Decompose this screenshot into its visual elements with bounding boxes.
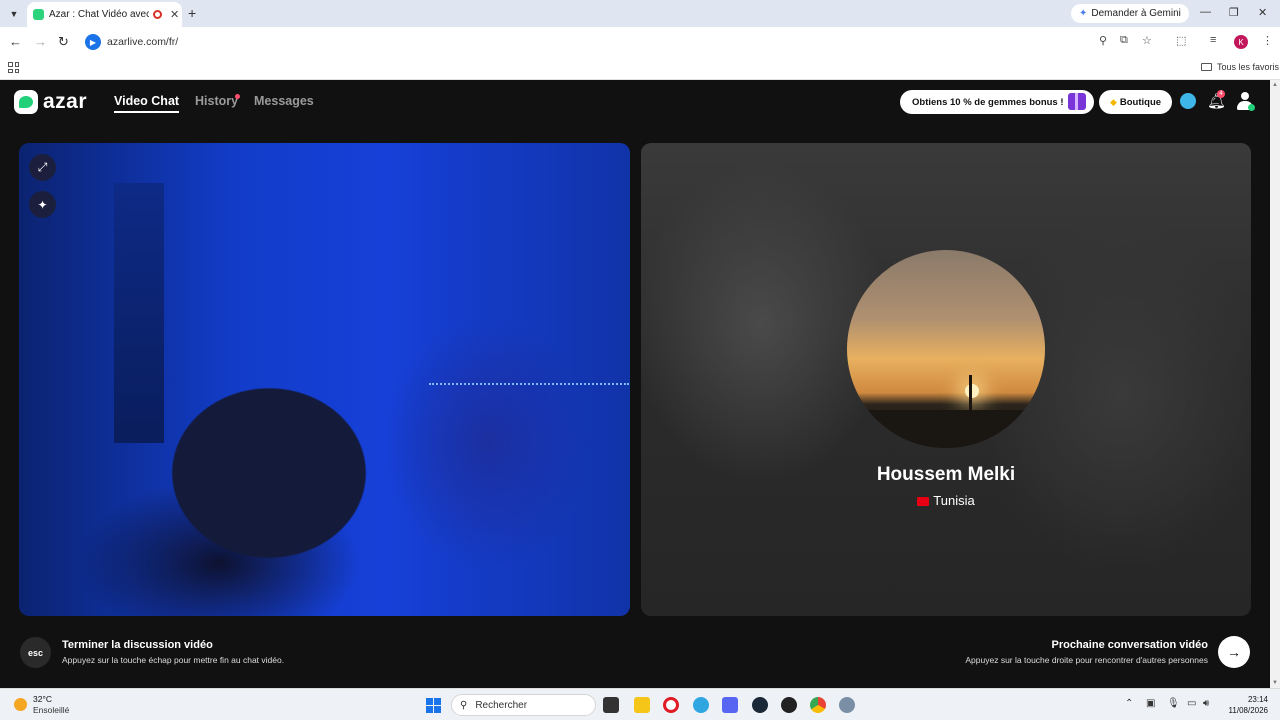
bookmarks-bar: Tous les favoris xyxy=(0,57,1280,80)
chrome-icon[interactable] xyxy=(810,697,826,713)
address-bar[interactable]: ▶ azarlive.com/fr/ xyxy=(82,31,1162,53)
notification-badge: 4 xyxy=(1217,90,1225,98)
file-explorer-icon[interactable] xyxy=(634,697,650,713)
windows-start-icon[interactable] xyxy=(426,698,441,713)
gem-icon: ◆ xyxy=(1109,96,1117,107)
bonus-gems-promo-button[interactable]: Obtiens 10 % de gemmes bonus ! xyxy=(900,90,1094,114)
next-call-title: Prochaine conversation vidéo xyxy=(1051,639,1209,651)
nav-history[interactable]: History xyxy=(195,94,238,108)
settings-gear-icon[interactable] xyxy=(839,697,855,713)
extensions-icon[interactable]: ⬚ xyxy=(1176,34,1186,47)
tab-search-icon[interactable]: ▼ xyxy=(6,6,22,22)
gemini-star-icon: ✦ xyxy=(1079,8,1088,19)
taskbar-search-box[interactable]: ⚲ Rechercher xyxy=(451,694,596,716)
peer-country: Tunisia xyxy=(641,493,1251,508)
steam-icon[interactable] xyxy=(752,697,768,713)
new-tab-icon[interactable]: + xyxy=(188,5,196,21)
shop-button[interactable]: ◆ Boutique xyxy=(1099,90,1172,114)
all-favorites-link[interactable]: Tous les favoris xyxy=(1201,62,1279,72)
opera-icon[interactable] xyxy=(663,697,679,713)
end-call-esc-button[interactable]: esc xyxy=(20,637,51,668)
app-icon[interactable] xyxy=(781,697,797,713)
chat-bubble-icon[interactable] xyxy=(1180,93,1196,109)
local-video-feed: ⤢ ✦ xyxy=(19,143,630,616)
gift-icon xyxy=(1068,93,1086,110)
tunisia-flag-icon xyxy=(917,497,930,506)
promo-label: Obtiens 10 % de gemmes bonus ! xyxy=(912,96,1064,108)
expand-video-icon[interactable]: ⤢ xyxy=(29,154,56,181)
azar-logo[interactable]: azar xyxy=(14,90,87,114)
all-favorites-label: Tous les favoris xyxy=(1217,62,1280,72)
apps-grid-icon[interactable] xyxy=(8,62,19,73)
folder-icon xyxy=(1201,63,1212,71)
peer-name: Houssem Melki xyxy=(876,464,1016,485)
background-door xyxy=(114,183,164,443)
browser-tab-strip: ▼ Azar : Chat Vidéo avec de n ✕ + ✦ Dema… xyxy=(0,0,1280,27)
network-icon[interactable]: ▭ xyxy=(1187,698,1196,709)
history-notification-dot xyxy=(235,94,240,99)
shop-label: Boutique xyxy=(1119,96,1162,108)
nav-video-chat[interactable]: Video Chat xyxy=(114,94,180,113)
browser-toolbar: ← → ↻ ▶ azarlive.com/fr/ xyxy=(0,27,1280,57)
close-window-icon[interactable]: ✕ xyxy=(1258,6,1267,19)
tray-app-icon[interactable]: ▣ xyxy=(1146,698,1155,709)
azar-app: azar Video Chat History Messages Obtiens… xyxy=(0,80,1270,688)
more-menu-icon[interactable]: ⋮ xyxy=(1262,34,1273,47)
clock-time: 23:14 xyxy=(1247,695,1268,704)
gemini-button[interactable]: ✦ Demander à Gemini xyxy=(1071,4,1189,23)
bookmark-star-icon[interactable]: ☆ xyxy=(1142,34,1152,47)
taskbar-clock[interactable]: 23:14 11/08/2026 xyxy=(1222,694,1268,716)
media-control-icon[interactable]: ≡ xyxy=(1210,34,1216,46)
close-tab-icon[interactable]: ✕ xyxy=(170,8,179,21)
weather-status: Ensoleillé xyxy=(33,705,70,715)
next-call-arrow-button[interactable]: → xyxy=(1218,636,1250,668)
task-view-icon[interactable] xyxy=(603,697,619,713)
windows-taskbar: 32°C Ensoleillé ⚲ Rechercher ⌃ ▣ 🎙︎ ▭ 🔊︎… xyxy=(0,688,1280,720)
magic-effects-icon[interactable]: ✦ xyxy=(29,191,56,218)
azar-logo-text: azar xyxy=(43,90,88,113)
discord-icon[interactable] xyxy=(722,697,738,713)
search-placeholder: Rechercher xyxy=(475,699,528,711)
tray-chevron-up-icon[interactable]: ⌃ xyxy=(1125,698,1133,709)
forward-icon[interactable]: → xyxy=(34,34,47,49)
azar-favicon-icon xyxy=(33,9,44,20)
gemini-button-label: Demander à Gemini xyxy=(1091,8,1181,19)
user-avatar-icon[interactable] xyxy=(1236,92,1255,112)
url-text: azarlive.com/fr/ xyxy=(107,36,179,48)
sun-weather-icon[interactable] xyxy=(14,698,27,711)
browser-tab[interactable]: Azar : Chat Vidéo avec de n ✕ xyxy=(27,2,182,27)
back-icon[interactable]: ← xyxy=(9,34,22,49)
site-info-icon[interactable]: ▶ xyxy=(85,34,101,50)
minimize-icon[interactable]: — xyxy=(1200,6,1211,18)
nav-messages[interactable]: Messages xyxy=(254,94,314,108)
tab-title: Azar : Chat Vidéo avec de n xyxy=(49,9,149,20)
peer-profile-photo xyxy=(847,250,1045,448)
weather-temperature: 32°C xyxy=(33,694,52,704)
azar-logo-icon xyxy=(14,90,38,114)
zoom-icon[interactable]: ⚲ xyxy=(1099,34,1107,47)
profile-avatar[interactable]: K xyxy=(1234,35,1248,49)
volume-icon[interactable]: 🔊︎ xyxy=(1203,698,1209,709)
next-call-subtitle: Appuyez sur la touche droite pour rencon… xyxy=(965,655,1208,665)
reload-icon[interactable]: ↻ xyxy=(58,34,69,50)
search-icon: ⚲ xyxy=(460,699,468,711)
install-app-icon[interactable]: ⧉ xyxy=(1120,34,1128,47)
remote-video-feed: Houssem Melki Tunisia xyxy=(641,143,1251,616)
recording-icon xyxy=(153,10,162,19)
end-call-title: Terminer la discussion vidéo xyxy=(62,639,213,651)
page-scrollbar[interactable]: ▲ ▼ xyxy=(1270,80,1280,688)
microphone-icon[interactable]: 🎙︎ xyxy=(1167,698,1180,709)
restore-icon[interactable]: ❐ xyxy=(1229,6,1239,19)
end-call-subtitle: Appuyez sur la touche échap pour mettre … xyxy=(62,655,285,665)
background-string-lights xyxy=(429,383,629,503)
online-status-dot xyxy=(1248,104,1255,111)
clock-date: 11/08/2026 xyxy=(1228,706,1268,715)
edge-icon[interactable] xyxy=(693,697,709,713)
peer-country-label: Tunisia xyxy=(933,493,975,508)
